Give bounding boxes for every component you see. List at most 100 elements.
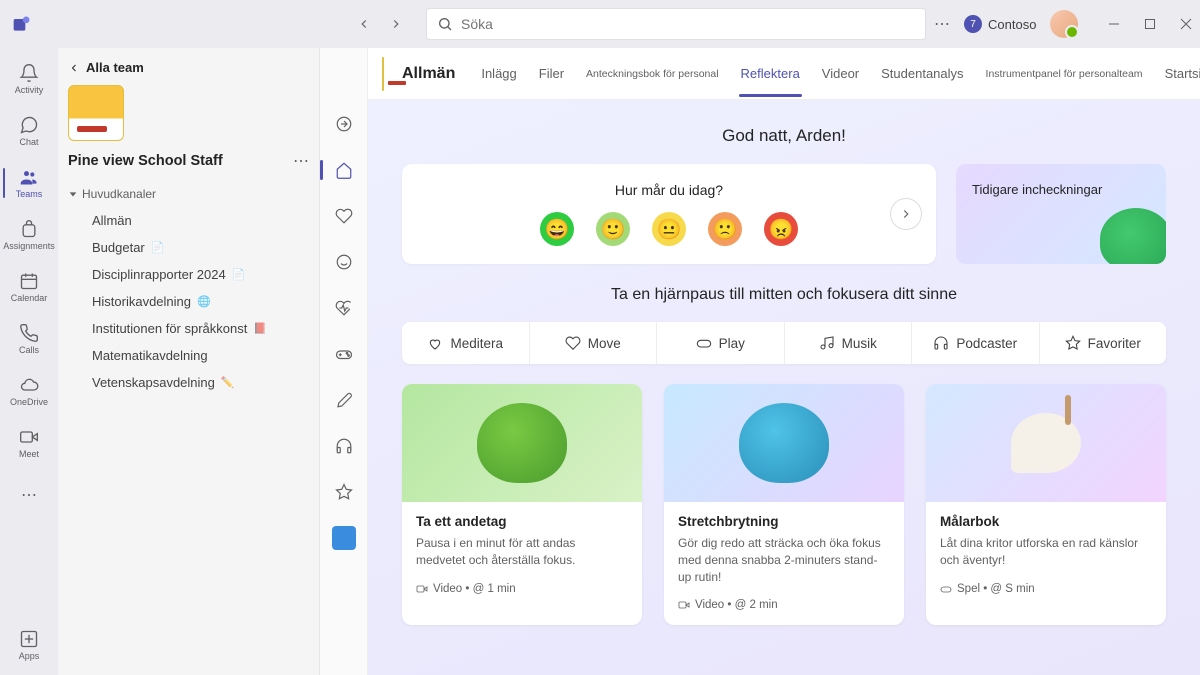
- channel-item[interactable]: Matematikavdelning: [68, 342, 309, 369]
- channel-item[interactable]: Budgetar📄: [68, 234, 309, 261]
- doc-icon: 📄: [151, 241, 165, 254]
- app-tile-icon: [332, 526, 356, 550]
- vstrip-app[interactable]: [328, 522, 360, 554]
- cat-move[interactable]: Move: [530, 322, 658, 364]
- tab-videos[interactable]: Videor: [820, 50, 861, 97]
- more-menu[interactable]: ⋯: [934, 14, 950, 34]
- search-box[interactable]: [426, 8, 926, 40]
- tab-reflect[interactable]: Reflektera: [739, 50, 802, 97]
- monster-illustration: [1100, 208, 1166, 264]
- org-name: Contoso: [988, 17, 1036, 32]
- vstrip-send[interactable]: [328, 108, 360, 140]
- emoji-happy[interactable]: 🙂: [596, 212, 630, 246]
- rail-meet[interactable]: Meet: [3, 418, 55, 468]
- video-icon: [416, 583, 428, 595]
- card-title: Målarbok: [940, 514, 1152, 529]
- card-thumb: [402, 384, 642, 502]
- channel-item[interactable]: Vetenskapsavdelning✏️: [68, 369, 309, 396]
- rail-onedrive[interactable]: OneDrive: [3, 366, 55, 416]
- globe-icon: 🌐: [197, 295, 211, 308]
- checkin-question: Hur mår du idag?: [424, 182, 914, 198]
- channel-item[interactable]: Institutionen för språkkonst📕: [68, 315, 309, 342]
- window-close[interactable]: [1172, 10, 1200, 38]
- doc-icon: 📄: [232, 268, 246, 281]
- team-more[interactable]: ⋯: [293, 151, 309, 171]
- nav-back[interactable]: [350, 10, 378, 38]
- section-label-text: Huvudkanaler: [82, 187, 156, 201]
- backpack-icon: [19, 219, 39, 239]
- user-avatar[interactable]: [1050, 10, 1078, 38]
- tab-posts[interactable]: Inlägg: [479, 50, 518, 97]
- rail-more[interactable]: ⋯: [3, 470, 55, 520]
- channel-item[interactable]: Allmän: [68, 207, 309, 234]
- vstrip-heart[interactable]: [328, 200, 360, 232]
- cat-favorites[interactable]: Favoriter: [1040, 322, 1167, 364]
- rail-calendar[interactable]: Calendar: [3, 262, 55, 312]
- gamepad-icon: [940, 583, 952, 595]
- vstrip-headphones[interactable]: [328, 430, 360, 462]
- window-maximize[interactable]: [1136, 10, 1164, 38]
- checkin-next[interactable]: [890, 198, 922, 230]
- channel-avatar: [382, 57, 384, 91]
- apps-icon: [19, 629, 39, 649]
- rail-assignments[interactable]: Assignments: [3, 210, 55, 260]
- vstrip-brush[interactable]: [328, 384, 360, 416]
- emoji-neutral[interactable]: 😐: [652, 212, 686, 246]
- team-avatar: [68, 85, 124, 141]
- rail-calls[interactable]: Calls: [3, 314, 55, 364]
- bell-icon: [19, 63, 39, 83]
- channels-section[interactable]: Huvudkanaler: [68, 187, 309, 201]
- vstrip-hands[interactable]: [328, 246, 360, 278]
- rail-label: Assignments: [3, 241, 55, 251]
- nav-forward[interactable]: [382, 10, 410, 38]
- music-icon: [819, 335, 835, 351]
- cat-meditate[interactable]: Meditera: [402, 322, 530, 364]
- emoji-angry[interactable]: 😠: [764, 212, 798, 246]
- activity-card[interactable]: Ta ett andetag Pausa i en minut för att …: [402, 384, 642, 625]
- emoji-very-happy[interactable]: 😄: [540, 212, 574, 246]
- activity-card[interactable]: Stretchbrytning Gör dig redo att sträcka…: [664, 384, 904, 625]
- rail-label: Chat: [19, 137, 38, 147]
- rail-activity[interactable]: Activity: [3, 54, 55, 104]
- rail-label: Calendar: [11, 293, 48, 303]
- vstrip-game[interactable]: [328, 338, 360, 370]
- tab-notebook[interactable]: Anteckningsbok för personal: [584, 52, 721, 96]
- channel-item[interactable]: Disciplinrapporter 2024📄: [68, 261, 309, 288]
- rail-label: Apps: [19, 651, 40, 661]
- vstrip-home[interactable]: [328, 154, 360, 186]
- channel-item[interactable]: Historikavdelning🌐: [68, 288, 309, 315]
- pulse-icon: [565, 335, 581, 351]
- rail-apps[interactable]: Apps: [3, 625, 55, 675]
- card-title: Stretchbrytning: [678, 514, 890, 529]
- gamepad-icon: [696, 335, 712, 351]
- heart-hands-icon: [427, 335, 443, 351]
- org-switcher[interactable]: 7 Contoso: [964, 15, 1036, 33]
- card-desc: Pausa i en minut för att andas medvetet …: [416, 535, 628, 569]
- vstrip-star[interactable]: [328, 476, 360, 508]
- tab-analytics[interactable]: Studentanalys: [879, 50, 965, 97]
- card-meta: Spel • @ S min: [940, 583, 1152, 595]
- window-minimize[interactable]: [1100, 10, 1128, 38]
- card-desc: Gör dig redo att sträcka och öka fokus m…: [678, 535, 890, 585]
- cat-podcasts[interactable]: Podcaster: [912, 322, 1040, 364]
- activity-card[interactable]: Målarbok Låt dina kritor utforska en rad…: [926, 384, 1166, 625]
- card-title: Ta ett andetag: [416, 514, 628, 529]
- rail-label: Calls: [19, 345, 39, 355]
- chat-icon: [19, 115, 39, 135]
- rail-teams[interactable]: Teams: [3, 158, 55, 208]
- search-icon: [437, 16, 453, 32]
- all-teams-back[interactable]: Alla team: [68, 60, 309, 75]
- more-icon: ⋯: [21, 485, 37, 505]
- cat-play[interactable]: Play: [657, 322, 785, 364]
- previous-checkins[interactable]: Tidigare incheckningar: [956, 164, 1166, 264]
- tab-files[interactable]: Filer: [537, 50, 566, 97]
- search-input[interactable]: [461, 16, 915, 32]
- tab-dashboard[interactable]: Instrumentpanel för personalteam: [984, 52, 1145, 96]
- rail-chat[interactable]: Chat: [3, 106, 55, 156]
- cat-music[interactable]: Musik: [785, 322, 913, 364]
- rail-label: Teams: [16, 189, 43, 199]
- emoji-sad[interactable]: 🙁: [708, 212, 742, 246]
- tab-home[interactable]: Startsida: [1163, 50, 1200, 97]
- vstrip-pulse[interactable]: [328, 292, 360, 324]
- chevron-down-icon: [68, 189, 78, 199]
